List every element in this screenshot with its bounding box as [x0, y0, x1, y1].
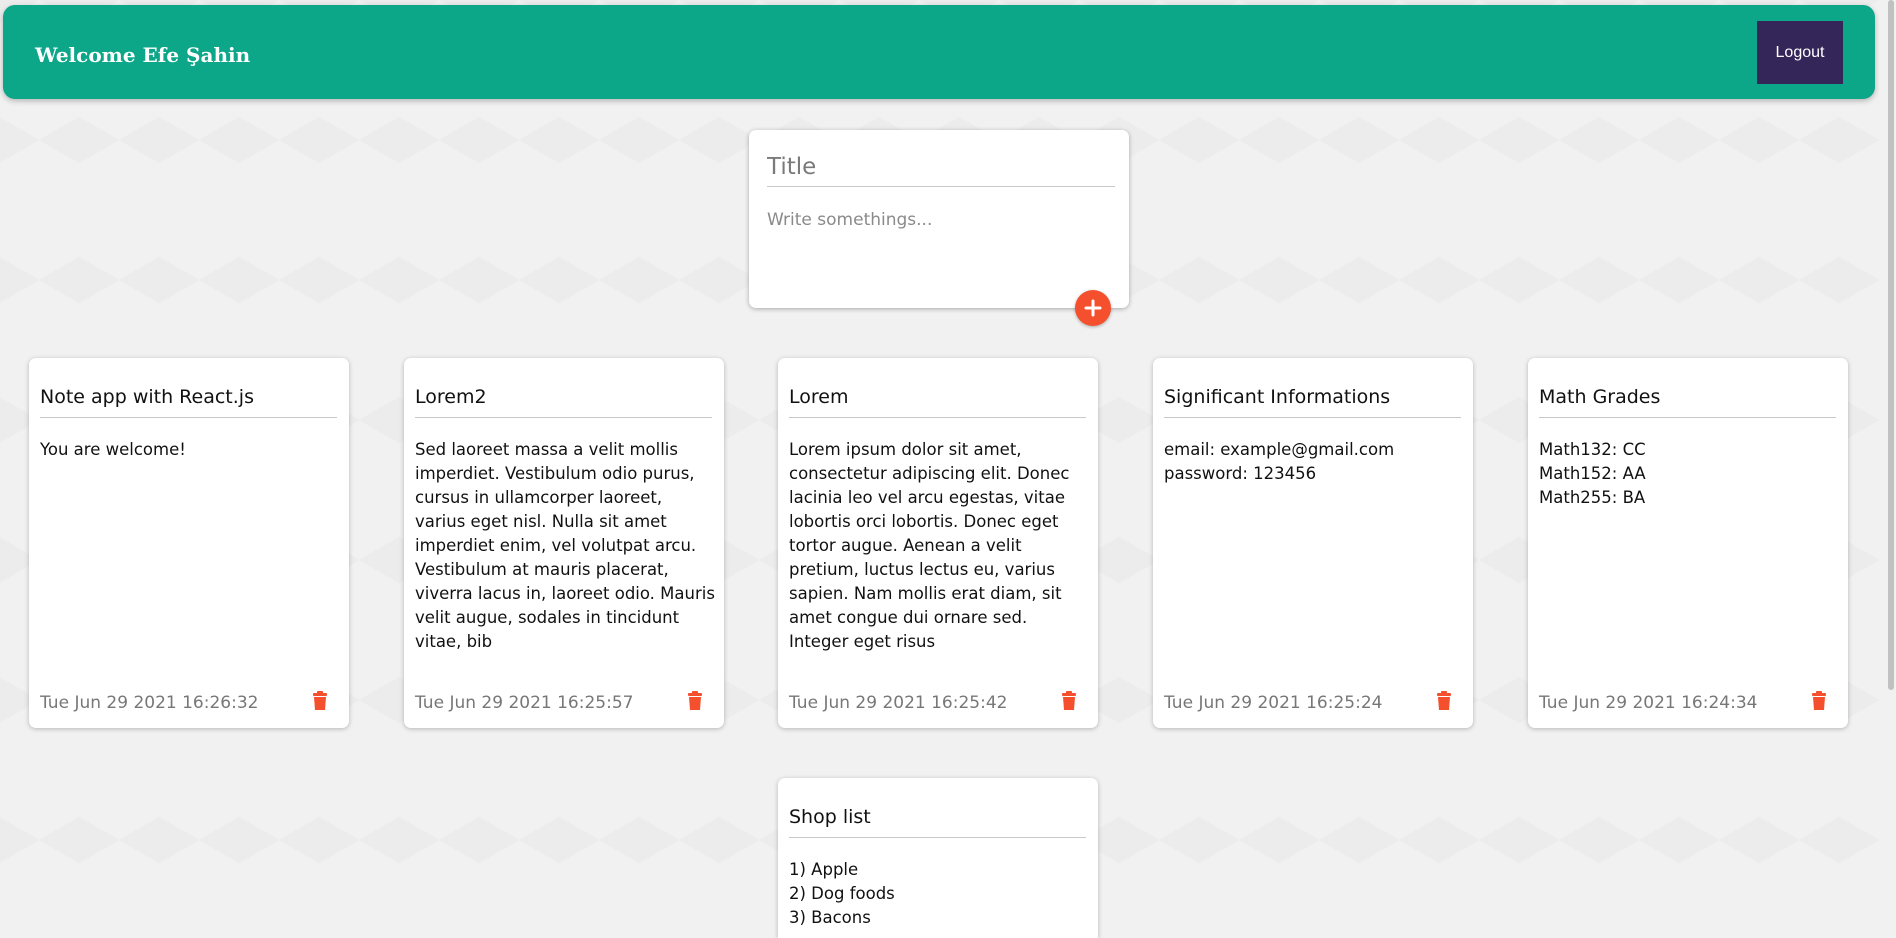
app-header: Welcome Efe Şahin Logout: [3, 5, 1875, 99]
note-body: Math132: CC Math152: AA Math255: BA: [1539, 440, 1646, 507]
note-date: Tue Jun 29 2021 16:26:32: [40, 693, 259, 713]
trash-icon[interactable]: [1435, 691, 1453, 711]
note-body: Sed laoreet massa a velit mollis imperdi…: [415, 440, 715, 651]
logout-button[interactable]: Logout: [1757, 21, 1843, 84]
trash-icon[interactable]: [1810, 691, 1828, 711]
note-card: Lorem2 Sed laoreet massa a velit mollis …: [404, 358, 724, 728]
scrollbar-thumb[interactable]: [1888, 0, 1894, 690]
note-title: Math Grades: [1539, 386, 1836, 418]
welcome-title: Welcome Efe Şahin: [35, 43, 251, 67]
note-body: You are welcome!: [40, 440, 186, 459]
trash-icon[interactable]: [311, 691, 329, 711]
note-body-input[interactable]: [767, 210, 1115, 290]
trash-icon[interactable]: [1060, 691, 1078, 711]
note-date: Tue Jun 29 2021 16:25:57: [415, 693, 634, 713]
note-title: Lorem2: [415, 386, 712, 418]
note-card: Note app with React.js You are welcome! …: [29, 358, 349, 728]
title-input[interactable]: [767, 148, 1115, 187]
note-date: Tue Jun 29 2021 16:25:42: [789, 693, 1008, 713]
note-title: Shop list: [789, 806, 1086, 838]
note-card: Lorem Lorem ipsum dolor sit amet, consec…: [778, 358, 1098, 728]
note-title: Note app with React.js: [40, 386, 337, 418]
trash-icon[interactable]: [686, 691, 704, 711]
note-card: Math Grades Math132: CC Math152: AA Math…: [1528, 358, 1848, 728]
note-card: Shop list 1) Apple 2) Dog foods 3) Bacon…: [778, 778, 1098, 938]
add-note-button[interactable]: [1075, 290, 1111, 326]
note-body: email: example@gmail.com password: 12345…: [1164, 440, 1395, 483]
note-card: Significant Informations email: example@…: [1153, 358, 1473, 728]
note-body: Lorem ipsum dolor sit amet, consectetur …: [789, 440, 1070, 651]
note-composer: [749, 130, 1129, 308]
note-title: Lorem: [789, 386, 1086, 418]
note-body: 1) Apple 2) Dog foods 3) Bacons: [789, 860, 895, 927]
page-scrollbar[interactable]: [1879, 0, 1896, 923]
note-date: Tue Jun 29 2021 16:25:24: [1164, 693, 1383, 713]
plus-icon: [1084, 299, 1102, 317]
note-date: Tue Jun 29 2021 16:24:34: [1539, 693, 1758, 713]
note-title: Significant Informations: [1164, 386, 1461, 418]
